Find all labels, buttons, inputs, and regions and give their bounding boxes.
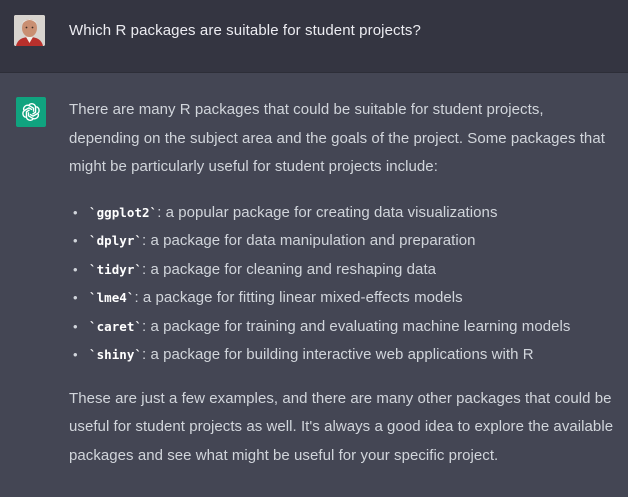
package-description: : a package for cleaning and reshaping d… [142, 260, 437, 278]
bullet: • [73, 318, 78, 334]
answer-intro: There are many R packages that could be … [69, 101, 605, 175]
openai-logo-icon [16, 97, 46, 127]
user-avatar [14, 15, 45, 46]
package-description: : a popular package for creating data vi… [157, 203, 498, 221]
package-description: : a package for fitting linear mixed-eff… [134, 289, 463, 306]
package-name: `caret` [89, 318, 143, 334]
list-item: • `ggplot2`: a popular package for creat… [69, 199, 617, 228]
list-item: • `caret`: a package for training and ev… [69, 313, 617, 342]
package-list: • `ggplot2`: a popular package for creat… [69, 199, 617, 370]
package-name: `ggplot2` [89, 204, 158, 220]
package-description: : a package for training and evaluating … [142, 317, 571, 335]
list-item: • `shiny`: a package for building intera… [69, 341, 617, 370]
package-description: : a package for building interactive web… [142, 346, 534, 363]
bullet: • [73, 347, 78, 362]
answer-outro: These are just a few examples, and there… [69, 389, 614, 464]
user-message-row: Which R packages are suitable for studen… [0, 0, 628, 73]
package-name: `dplyr` [89, 233, 143, 248]
list-item: • `tidyr`: a package for cleaning and re… [69, 256, 617, 285]
package-name: `shiny` [89, 347, 143, 362]
assistant-message-body: There are many R packages that could be … [69, 96, 617, 470]
package-description: : a package for data manipulation and pr… [142, 232, 476, 249]
user-message-text: Which R packages are suitable for studen… [69, 22, 421, 39]
list-item: • `lme4`: a package for fitting linear m… [69, 284, 617, 313]
bullet: • [73, 204, 78, 220]
list-item: • `dplyr`: a package for data manipulati… [69, 227, 617, 256]
assistant-message-row: There are many R packages that could be … [0, 73, 628, 497]
bullet: • [73, 233, 78, 248]
bullet: • [73, 261, 78, 277]
bullet: • [73, 290, 78, 305]
package-name: `tidyr` [89, 261, 143, 277]
package-name: `lme4` [89, 290, 135, 305]
